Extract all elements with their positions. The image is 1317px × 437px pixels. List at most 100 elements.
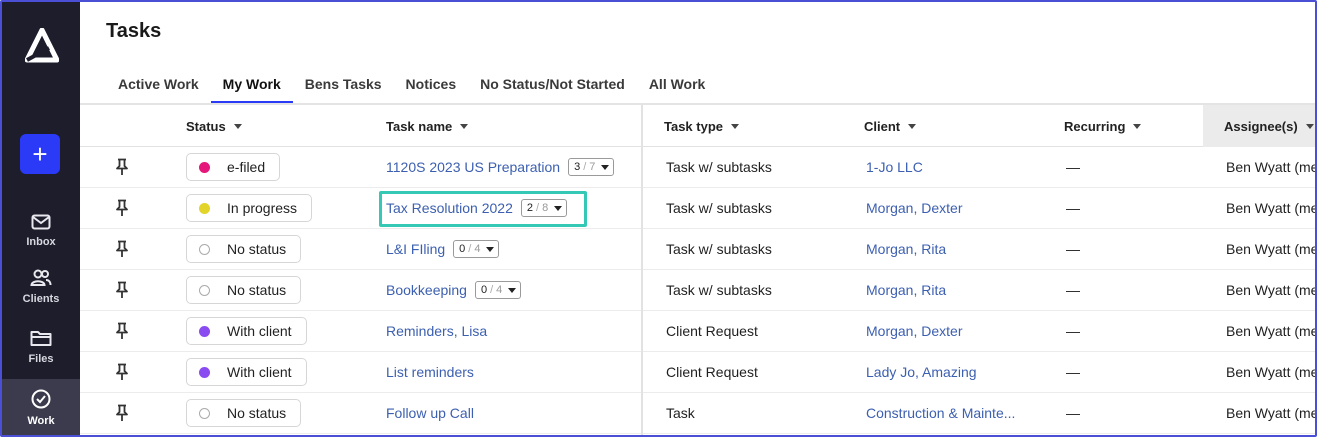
subtask-counter[interactable]: 0/4	[474, 281, 522, 299]
status-label: With client	[227, 364, 292, 380]
client-link[interactable]: Morgan, Dexter	[866, 200, 962, 216]
status-dropdown[interactable]: With client	[186, 317, 307, 345]
sidebar-item-label: Files	[28, 353, 54, 365]
client-cell: Morgan, Dexter	[866, 311, 962, 351]
table-row[interactable]: In progress Tax Resolution 2022 2/8 Task…	[80, 188, 1315, 229]
client-link[interactable]: Morgan, Rita	[866, 282, 946, 298]
recurring-cell: —	[1066, 323, 1080, 339]
column-header-client[interactable]: Client	[864, 105, 917, 147]
task-name-link[interactable]: List reminders	[386, 364, 474, 380]
status-dropdown[interactable]: No status	[186, 235, 302, 263]
column-header-task-name[interactable]: Task name	[386, 105, 469, 147]
table-row[interactable]: With client List reminders Client Reques…	[80, 352, 1315, 393]
tab-bens-tasks[interactable]: Bens Tasks	[293, 66, 394, 104]
sidebar-item-label: Inbox	[26, 236, 56, 248]
app-window: + Inbox Clients Files Work Tasks Active …	[0, 0, 1317, 437]
sidebar-item-clients[interactable]: Clients	[2, 258, 80, 316]
task-name-link[interactable]: Reminders, Lisa	[386, 323, 487, 339]
page-title: Tasks	[106, 20, 162, 42]
assignee-cell: Ben Wyatt (me	[1226, 159, 1317, 175]
client-link[interactable]: 1-Jo LLC	[866, 159, 923, 175]
client-link[interactable]: Morgan, Rita	[866, 241, 946, 257]
column-header-assignee[interactable]: Assignee(s)	[1224, 105, 1314, 147]
table-row[interactable]: No status L&I FIling 0/4 Task w/ subtask…	[80, 229, 1315, 270]
tasks-table: Status Task name Task type Client Recurr…	[80, 105, 1315, 434]
status-dot-icon	[199, 243, 210, 255]
pin-icon[interactable]	[114, 147, 130, 187]
status-dropdown[interactable]: With client	[186, 358, 307, 386]
column-label: Task name	[386, 118, 453, 134]
pin-icon[interactable]	[114, 229, 130, 269]
recurring-cell: —	[1066, 405, 1080, 421]
tab-notices[interactable]: Notices	[394, 66, 469, 104]
status-dropdown[interactable]: e-filed	[186, 153, 281, 181]
task-name-cell: List reminders	[386, 352, 474, 392]
counter-separator: /	[468, 243, 472, 255]
subtask-done: 0	[459, 243, 466, 255]
pin-icon[interactable]	[114, 311, 130, 351]
main-content: Tasks Active Work My Work Bens Tasks Not…	[80, 2, 1315, 435]
task-name-link[interactable]: 1120S 2023 US Preparation	[386, 159, 560, 175]
client-cell: Morgan, Dexter	[866, 188, 962, 228]
tab-all-work[interactable]: All Work	[637, 66, 718, 104]
recurring-cell: —	[1066, 159, 1080, 175]
task-type-cell: Task w/ subtasks	[666, 241, 772, 257]
client-link[interactable]: Construction & Mainte...	[866, 405, 1015, 421]
assignee-cell: Ben Wyatt (me	[1226, 405, 1317, 421]
status-dropdown[interactable]: No status	[186, 276, 302, 304]
subtask-counter[interactable]: 0/4	[453, 240, 500, 258]
table-row[interactable]: No status Bookkeeping 0/4 Task w/ subtas…	[80, 270, 1315, 311]
caret-down-icon	[508, 287, 517, 293]
column-header-recurring[interactable]: Recurring	[1064, 105, 1142, 147]
status-label: No status	[227, 241, 287, 257]
task-name-link[interactable]: L&I FIling	[386, 241, 445, 257]
subtask-total: 4	[496, 284, 503, 296]
caret-down-icon	[486, 246, 495, 252]
task-name-cell: L&I FIling 0/4	[386, 229, 500, 269]
people-icon	[30, 269, 52, 286]
status-label: e-filed	[227, 159, 266, 175]
status-dropdown[interactable]: No status	[186, 399, 302, 427]
pin-icon[interactable]	[114, 393, 130, 433]
subtask-counter[interactable]: 2/8	[520, 199, 568, 217]
client-link[interactable]: Morgan, Dexter	[866, 323, 962, 339]
sidebar-item-inbox[interactable]: Inbox	[2, 202, 80, 260]
client-link[interactable]: Lady Jo, Amazing	[866, 364, 977, 380]
task-name-link[interactable]: Tax Resolution 2022	[386, 200, 513, 216]
task-name-link[interactable]: Bookkeeping	[386, 282, 467, 298]
status-dot-icon	[199, 407, 210, 419]
tab-my-work[interactable]: My Work	[210, 66, 293, 104]
table-row[interactable]: With client Reminders, Lisa Client Reque…	[80, 311, 1315, 352]
subtask-counter[interactable]: 3/7	[568, 158, 615, 176]
sidebar-item-files[interactable]: Files	[2, 318, 80, 376]
task-name-cell: Reminders, Lisa	[386, 311, 487, 351]
folder-icon	[30, 331, 52, 346]
pin-icon[interactable]	[114, 188, 130, 228]
subtask-total: 8	[542, 202, 549, 214]
tab-no-status[interactable]: No Status/Not Started	[468, 66, 637, 104]
caret-down-icon	[554, 205, 563, 211]
recurring-cell: —	[1066, 364, 1080, 380]
column-header-task-type[interactable]: Task type	[664, 105, 740, 147]
table-row[interactable]: e-filed 1120S 2023 US Preparation 3/7 Ta…	[80, 147, 1315, 188]
column-header-status[interactable]: Status	[186, 105, 242, 147]
pin-icon[interactable]	[114, 352, 130, 392]
sidebar-item-label: Work	[27, 415, 55, 427]
task-name-link[interactable]: Follow up Call	[386, 405, 474, 421]
column-label: Status	[186, 118, 226, 134]
status-dot-icon	[199, 325, 210, 337]
table-row[interactable]: No status Follow up Call Task Constructi…	[80, 393, 1315, 434]
caret-down-icon	[601, 164, 610, 170]
sidebar-item-work[interactable]: Work	[2, 379, 80, 435]
client-cell: 1-Jo LLC	[866, 147, 923, 187]
assignee-cell: Ben Wyatt (me	[1226, 282, 1317, 298]
pin-icon[interactable]	[114, 270, 130, 310]
add-button[interactable]: +	[20, 134, 60, 174]
status-dropdown[interactable]: In progress	[186, 194, 313, 222]
counter-separator: /	[536, 202, 540, 214]
app-logo-icon[interactable]	[25, 28, 59, 64]
tab-active-work[interactable]: Active Work	[106, 66, 211, 104]
task-type-cell: Task	[666, 405, 695, 421]
task-type-cell: Task w/ subtasks	[666, 282, 772, 298]
task-type-cell: Task w/ subtasks	[666, 159, 772, 175]
